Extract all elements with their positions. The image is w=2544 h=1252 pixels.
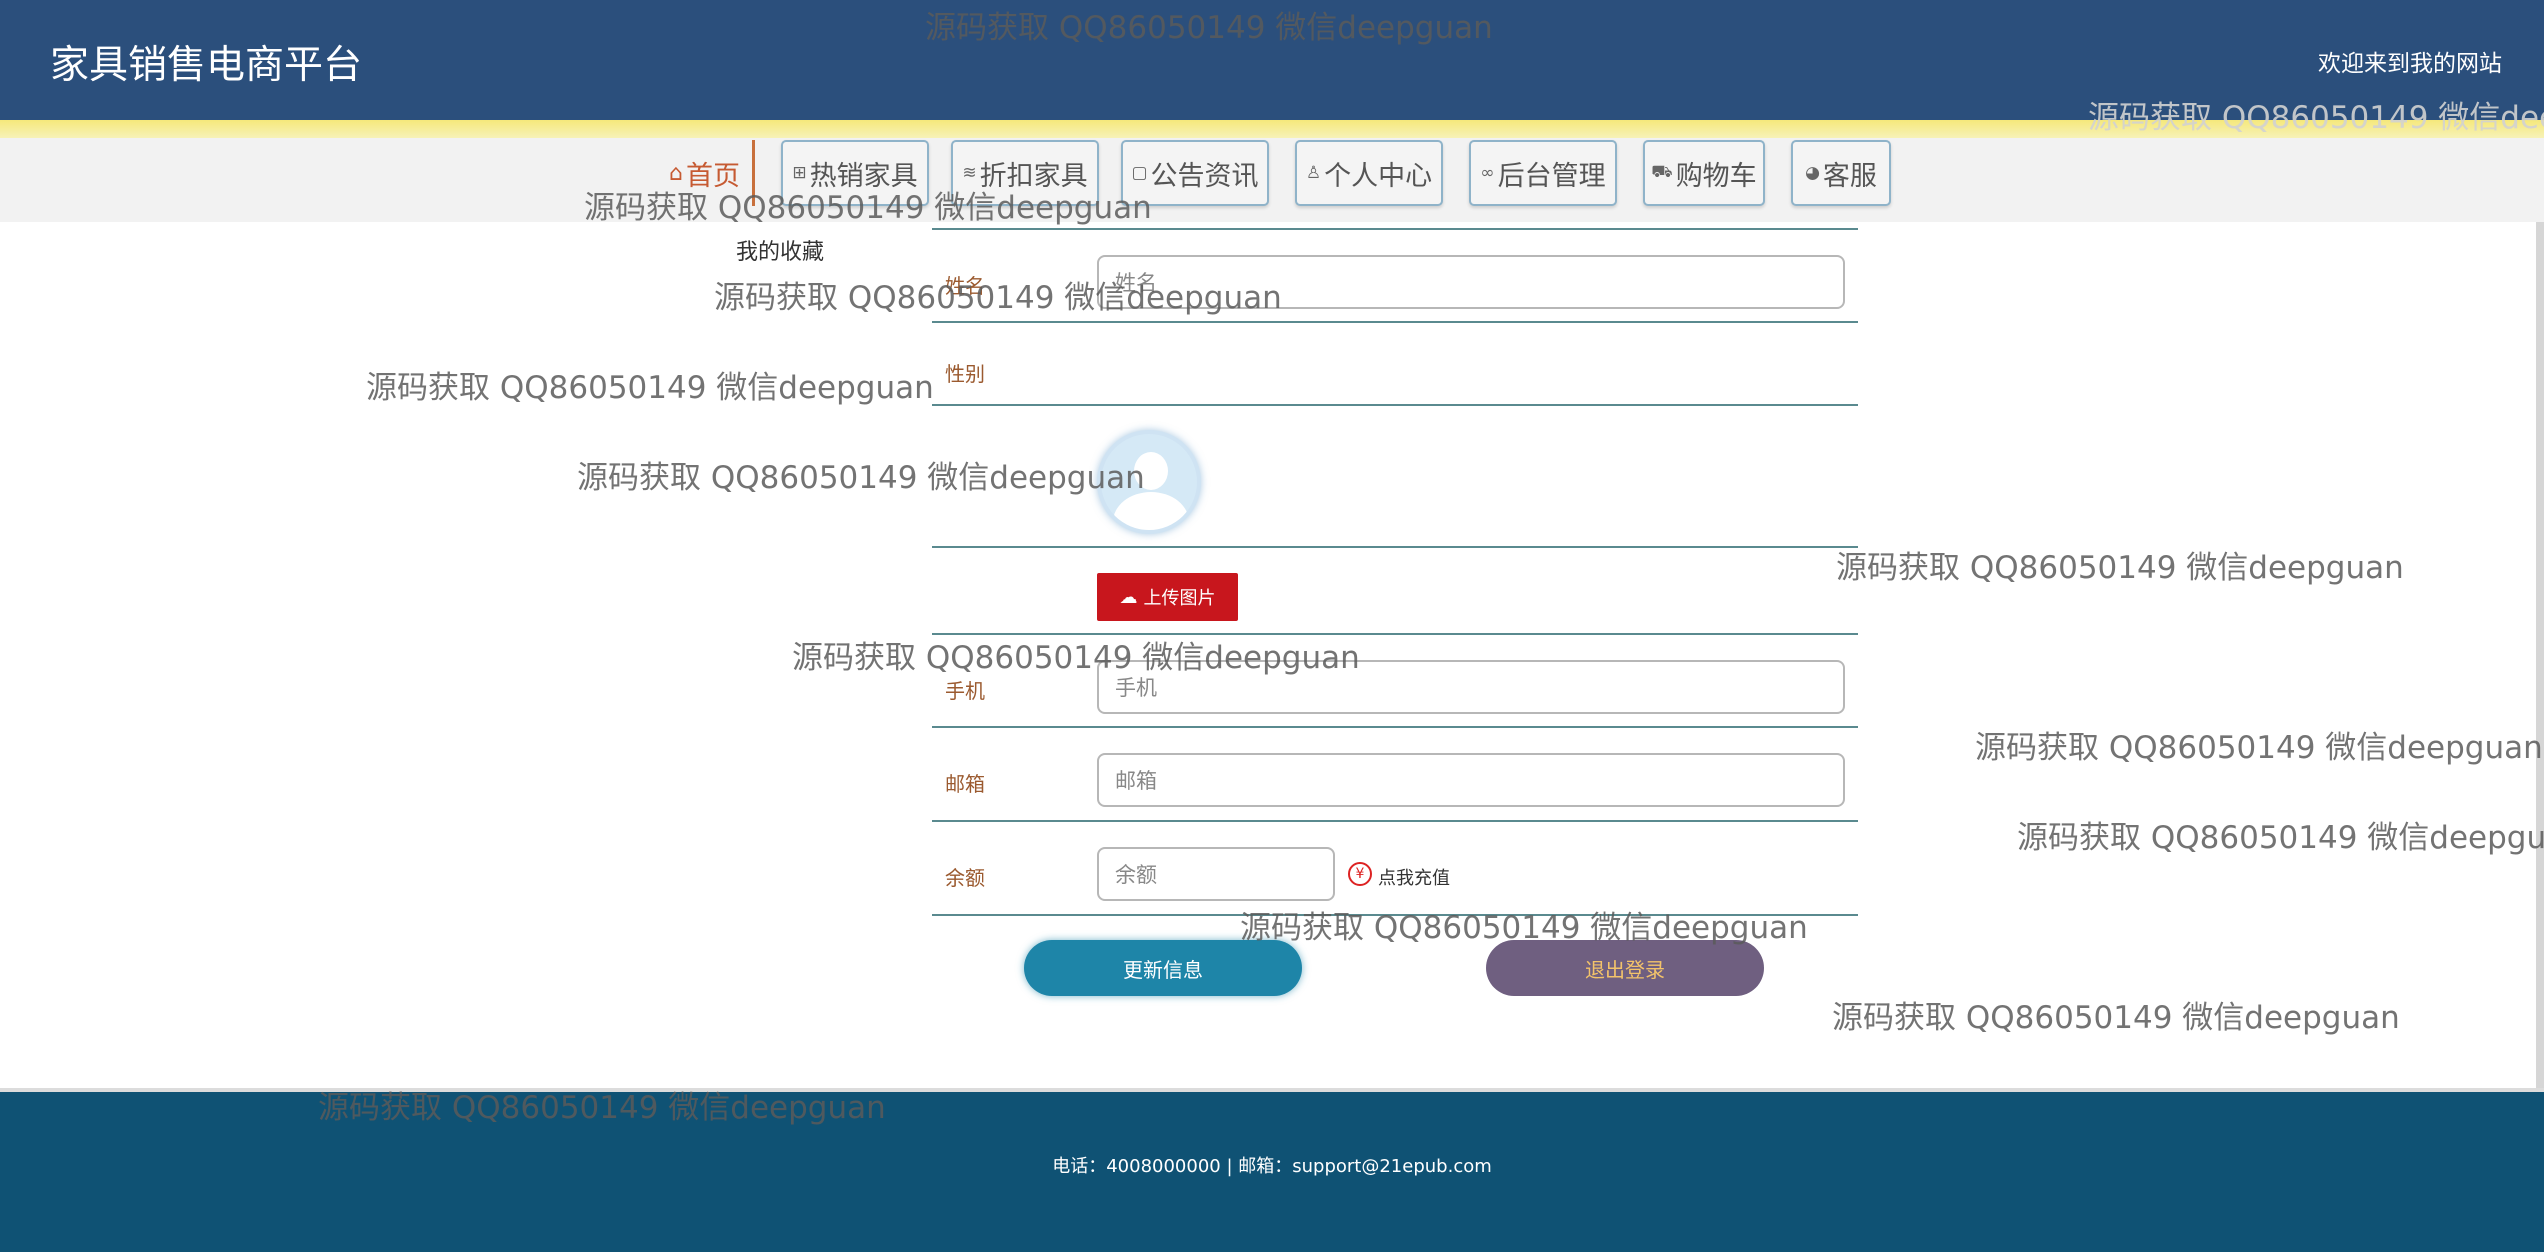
email-field[interactable]: 邮箱 [1097,753,1845,807]
nav-cart[interactable]: ⛟ 购物车 [1643,140,1765,206]
yen-icon[interactable]: ¥ [1348,862,1372,886]
recharge-link[interactable]: 点我充值 [1378,864,1450,890]
watermark: 源码获取 QQ86050149 微信deepguan [792,640,1360,676]
main-nav: ⌂ 首页 ⊞ 热销家具 ≋ 折扣家具 ▢ 公告资讯 ♙ 个人中心 ∞ 后台管理 … [0,138,2544,222]
email-label: 邮箱 [945,772,985,796]
avatar-body-shape [1113,492,1189,530]
watermark: 源码获取 QQ86050149 微信deepguan [2088,100,2544,136]
nav-customer-service[interactable]: ◕ 客服 [1791,140,1891,206]
footer-contact: 电话：4008000000 | 邮箱：support@21epub.com [1052,1156,1492,1177]
chat-icon: ◕ [1805,163,1820,183]
nav-admin[interactable]: ∞ 后台管理 [1469,140,1617,206]
watermark: 源码获取 QQ86050149 微信deepguan [584,190,1152,226]
row-divider [932,820,1858,822]
grid-icon: ⊞ [792,163,807,183]
layers-icon: ≋ [962,163,977,183]
watermark: 源码获取 QQ86050149 微信deepguan [577,460,1145,496]
nav-admin-label: 后台管理 [1497,160,1606,192]
sidebar-item-favorites[interactable]: 我的收藏 [736,234,824,266]
row-divider [932,726,1858,728]
update-info-button[interactable]: 更新信息 [1024,940,1302,996]
row-divider [932,404,1858,406]
phone-label: 手机 [945,679,985,703]
link-icon: ∞ [1480,163,1495,183]
watermark: 源码获取 QQ86050149 微信deepguan [1975,730,2543,766]
balance-label: 余额 [945,866,985,890]
row-divider [932,321,1858,323]
watermark: 源码获取 QQ86050149 微信deepguan [1836,550,2404,586]
logout-button[interactable]: 退出登录 [1486,940,1764,996]
watermark: 源码获取 QQ86050149 微信deepguan [714,280,1282,316]
watermark: 源码获取 QQ86050149 微信deepguan [925,10,1493,46]
nav-announcements-label: 公告资讯 [1150,160,1259,192]
watermark: 源码获取 QQ86050149 微信deepguan [2017,820,2544,856]
row-divider [932,228,1858,230]
nav-service-label: 客服 [1822,160,1877,192]
balance-field[interactable]: 余额 [1097,847,1335,901]
note-icon: ▢ [1131,163,1148,183]
page-scrollbar[interactable] [2536,222,2544,1090]
row-divider [932,546,1858,548]
site-title: 家具销售电商平台 [50,43,363,88]
cloud-upload-icon: ☁ [1119,586,1138,608]
watermark: 源码获取 QQ86050149 微信deepguan [1240,910,1808,946]
watermark: 源码获取 QQ86050149 微信deepguan [1832,1000,2400,1036]
nav-cart-label: 购物车 [1675,160,1757,192]
nav-personal-center[interactable]: ♙ 个人中心 [1295,140,1443,206]
page: 家具销售电商平台 欢迎来到我的网站 ⌂ 首页 ⊞ 热销家具 ≋ 折扣家具 ▢ 公… [0,0,2544,1252]
upload-image-button[interactable]: ☁ 上传图片 [1097,573,1238,621]
watermark: 源码获取 QQ86050149 微信deepguan [366,370,934,406]
cart-icon: ⛟ [1651,162,1673,182]
nav-personal-label: 个人中心 [1324,160,1433,192]
upload-button-label: 上传图片 [1143,588,1216,609]
gender-label: 性别 [945,362,985,386]
watermark: 源码获取 QQ86050149 微信deepguan [318,1090,886,1126]
user-icon: ♙ [1305,163,1322,183]
welcome-text: 欢迎来到我的网站 [2318,51,2502,77]
